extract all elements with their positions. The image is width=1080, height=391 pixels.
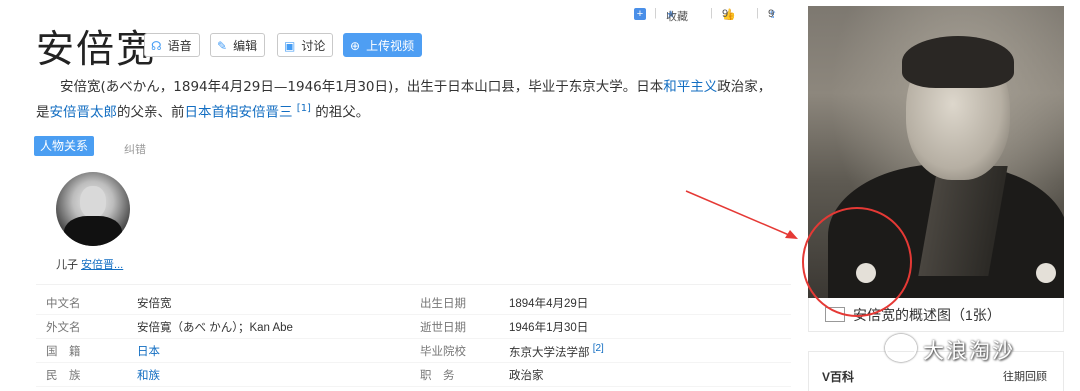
annotation-overlay — [685, 190, 912, 317]
watermark: 大浪淘沙 — [885, 334, 1015, 365]
wechat-icon — [885, 334, 917, 362]
watermark-text: 大浪淘沙 — [923, 339, 1015, 363]
annotation-arrow-line — [685, 190, 797, 239]
annotation-circle — [802, 207, 912, 317]
